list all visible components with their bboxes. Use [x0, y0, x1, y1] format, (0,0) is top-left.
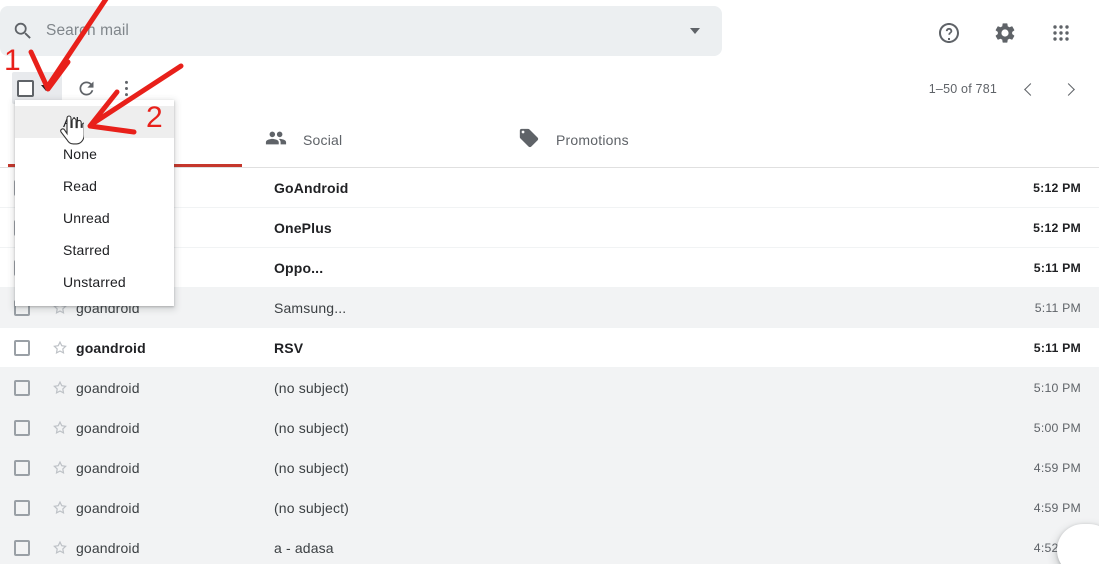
search-options-icon[interactable] — [668, 6, 722, 56]
menu-item-label: None — [63, 146, 97, 162]
row-subject: GoAndroid — [274, 180, 989, 196]
row-time: 5:11 PM — [989, 341, 1099, 355]
apps-grid-icon[interactable] — [1041, 13, 1081, 53]
menu-item-label: All — [63, 114, 79, 130]
row-checkbox[interactable] — [0, 420, 44, 436]
row-checkbox[interactable] — [0, 340, 44, 356]
row-time: 4:59 PM — [989, 501, 1099, 515]
tab-promotions[interactable]: Promotions — [518, 112, 629, 168]
row-checkbox[interactable] — [0, 380, 44, 396]
pagination-count: 1–50 of 781 — [929, 82, 997, 96]
pagination: 1–50 of 781 — [929, 72, 1085, 106]
row-checkbox[interactable] — [0, 500, 44, 516]
header-actions — [929, 13, 1081, 53]
tab-promotions-label: Promotions — [556, 132, 629, 148]
row-sender: goandroid — [76, 460, 274, 476]
menu-item-none[interactable]: None — [15, 138, 174, 170]
row-sender: goandroid — [76, 420, 274, 436]
menu-item-label: Read — [63, 178, 97, 194]
row-checkbox[interactable] — [0, 460, 44, 476]
row-checkbox[interactable] — [0, 540, 44, 556]
row-subject: Oppo... — [274, 260, 989, 276]
star-icon[interactable] — [44, 539, 76, 557]
menu-item-starred[interactable]: Starred — [15, 234, 174, 266]
row-subject: RSV — [274, 340, 989, 356]
mail-row[interactable]: goandroidRSV5:11 PM — [0, 328, 1099, 368]
star-icon[interactable] — [44, 339, 76, 357]
pagination-next-button[interactable] — [1051, 72, 1085, 106]
menu-item-read[interactable]: Read — [15, 170, 174, 202]
tab-social[interactable]: Social — [265, 112, 342, 168]
row-subject: (no subject) — [274, 380, 989, 396]
people-icon — [265, 127, 287, 154]
mail-row[interactable]: goandroida - adasa4:52 PM — [0, 528, 1099, 564]
row-subject: Samsung... — [274, 300, 989, 316]
row-subject: (no subject) — [274, 500, 989, 516]
gear-icon[interactable] — [985, 13, 1025, 53]
mail-row[interactable]: goandroid(no subject)5:00 PM — [0, 408, 1099, 448]
mail-row[interactable]: goandroid(no subject)4:59 PM — [0, 488, 1099, 528]
pagination-prev-button[interactable] — [1013, 72, 1047, 106]
tab-social-label: Social — [303, 132, 342, 148]
row-sender: goandroid — [76, 380, 274, 396]
row-subject: a - adasa — [274, 540, 989, 556]
row-time: 5:00 PM — [989, 421, 1099, 435]
row-subject: OnePlus — [274, 220, 989, 236]
menu-item-label: Starred — [63, 242, 110, 258]
menu-item-label: Unread — [63, 210, 110, 226]
help-icon[interactable] — [929, 13, 969, 53]
row-time: 5:12 PM — [989, 181, 1099, 195]
star-icon[interactable] — [44, 379, 76, 397]
mail-row[interactable]: goandroid(no subject)4:59 PM — [0, 448, 1099, 488]
menu-item-all[interactable]: All — [15, 106, 174, 138]
mail-row[interactable]: goandroid(no subject)5:10 PM — [0, 368, 1099, 408]
search-icon[interactable] — [0, 6, 46, 56]
star-icon[interactable] — [44, 499, 76, 517]
star-icon[interactable] — [44, 419, 76, 437]
chevron-down-icon[interactable] — [41, 85, 51, 91]
search-bar[interactable] — [0, 6, 722, 56]
menu-item-unstarred[interactable]: Unstarred — [15, 266, 174, 298]
select-all-checkbox[interactable] — [17, 80, 34, 97]
star-icon[interactable] — [44, 459, 76, 477]
row-subject: (no subject) — [274, 420, 989, 436]
row-time: 5:11 PM — [989, 261, 1099, 275]
row-sender: goandroid — [76, 500, 274, 516]
gmail-window: 1–50 of 781 Primary Social Promotions — [0, 0, 1099, 564]
row-sender: goandroid — [76, 540, 274, 556]
row-time: 5:12 PM — [989, 221, 1099, 235]
row-time: 4:59 PM — [989, 461, 1099, 475]
row-sender: goandroid — [76, 340, 274, 356]
select-all-menu: All None Read Unread Starred Unstarred — [15, 100, 174, 306]
tag-icon — [518, 127, 540, 154]
menu-item-label: Unstarred — [63, 274, 126, 290]
app-header — [0, 0, 1099, 64]
search-input[interactable] — [46, 22, 668, 40]
menu-item-unread[interactable]: Unread — [15, 202, 174, 234]
row-time: 5:11 PM — [989, 301, 1099, 315]
row-time: 5:10 PM — [989, 381, 1099, 395]
row-subject: (no subject) — [274, 460, 989, 476]
